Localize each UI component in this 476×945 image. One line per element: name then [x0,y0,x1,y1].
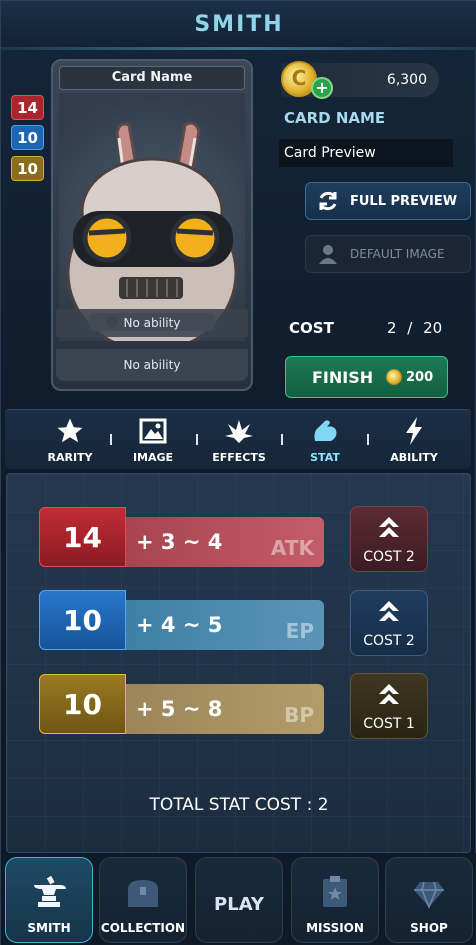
upgrade-atk-cost: COST 2 [363,549,415,565]
tab-separator [281,434,283,445]
card-ability-slot-1: No ability [56,309,248,337]
person-icon [306,243,350,265]
tab-stat-label: STAT [310,451,340,464]
robot-character-image [59,93,245,353]
double-chevron-up-icon [377,599,401,629]
tab-separator [196,434,198,445]
default-image-label: DEFAULT IMAGE [350,247,445,261]
bp-label: BP [284,703,314,727]
atk-range-bar: + 3 ~ 4 ATK [124,517,324,567]
bp-value: 10 [39,674,126,734]
tab-image[interactable]: IMAGE [117,410,189,470]
double-chevron-up-icon [377,682,401,712]
bp-range-bar: + 5 ~ 8 BP [124,684,324,734]
finish-price: 200 [406,369,434,385]
finish-label: FINISH [312,367,374,387]
nav-shop[interactable]: SHOP [385,857,473,943]
image-icon [139,416,167,446]
total-stat-cost: TOTAL STAT COST : 2 [149,795,329,815]
default-image-button[interactable]: DEFAULT IMAGE [305,235,471,273]
ep-value: 10 [39,590,126,650]
nav-mission-label: MISSION [306,921,364,935]
atk-range: + 3 ~ 4 [136,530,223,554]
atk-value: 14 [39,507,126,567]
currency-amount: 6,300 [386,72,427,88]
card-ep-value: 10 [11,125,44,150]
upgrade-bp-button[interactable]: COST 1 [350,673,428,739]
editor-tabs: RARITY IMAGE EFFECTS STAT ABILITY [5,409,471,469]
atk-label: ATK [270,536,314,560]
card-preview[interactable]: Card Name [51,59,253,391]
title-bar: SMITH [1,1,476,47]
finish-button[interactable]: FINISH 200 [285,356,448,398]
muscle-icon [311,416,339,446]
smith-screen: SMITH Card Name 14 10 10 No ability No a… [0,0,476,945]
card-ability-slot-2: No ability [56,349,248,381]
tab-rarity-label: RARITY [47,451,93,464]
tab-ability-label: ABILITY [390,451,438,464]
full-preview-button[interactable]: FULL PREVIEW [305,182,471,220]
bp-range: + 5 ~ 8 [136,697,223,721]
add-currency-button[interactable]: + [311,77,333,99]
upgrade-ep-button[interactable]: COST 2 [350,590,428,656]
nav-play-label: PLAY [214,894,264,915]
nav-play[interactable]: PLAY [195,857,283,943]
gem-icon [412,879,446,913]
mission-board-icon [320,875,350,913]
nav-collection[interactable]: COLLECTION [99,857,187,943]
card-name-input[interactable] [279,139,453,167]
tab-image-label: IMAGE [132,451,174,464]
cost-label: COST [289,319,334,337]
nav-mission[interactable]: MISSION [291,857,379,943]
effects-icon [224,416,254,446]
tab-rarity[interactable]: RARITY [35,410,105,470]
robot-art-svg [66,121,238,353]
full-preview-label: FULL PREVIEW [350,193,458,209]
coin-icon [386,369,402,385]
tab-separator [110,434,112,445]
page-title: SMITH [194,11,284,37]
nav-collection-label: COLLECTION [100,921,186,935]
card-name-banner: Card Name [59,66,245,90]
ep-label: EP [285,619,314,643]
nav-smith[interactable]: SMITH [5,857,93,943]
lightning-icon [403,416,425,446]
anvil-icon [30,875,68,913]
chest-icon [125,877,161,913]
tab-effects[interactable]: EFFECTS [203,410,275,470]
card-bp-value: 10 [11,156,44,181]
nav-smith-label: SMITH [27,921,71,935]
tab-ability[interactable]: ABILITY [377,410,451,470]
tab-separator [367,434,369,445]
title-divider [1,47,476,50]
nav-shop-label: SHOP [410,921,448,935]
ep-range-bar: + 4 ~ 5 EP [124,600,324,650]
card-atk-value: 14 [11,95,44,120]
upgrade-atk-button[interactable]: COST 2 [350,506,428,572]
star-icon [55,416,85,446]
cost-value: 2 / 20 [387,319,443,337]
card-name-label: CARD NAME [284,109,386,127]
tab-effects-label: EFFECTS [212,451,266,464]
upgrade-bp-cost: COST 1 [363,716,415,732]
upgrade-ep-cost: COST 2 [363,633,415,649]
double-chevron-up-icon [377,515,401,545]
tab-stat[interactable]: STAT [289,410,361,470]
refresh-icon [306,189,350,213]
ep-range: + 4 ~ 5 [136,613,223,637]
